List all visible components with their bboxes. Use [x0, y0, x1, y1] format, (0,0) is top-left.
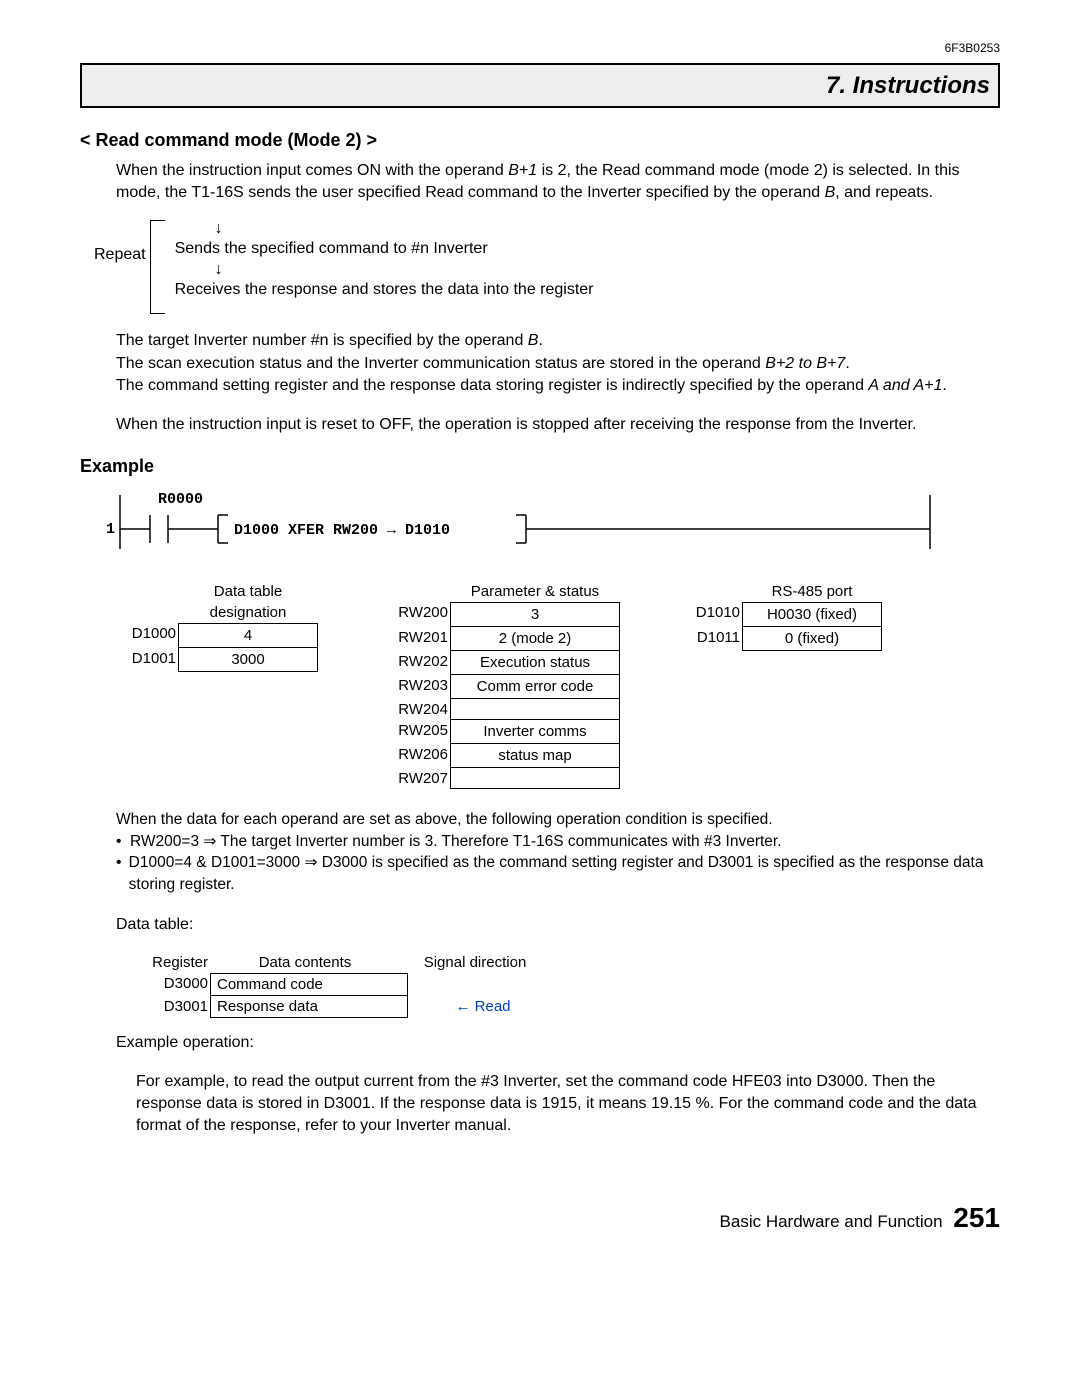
operand-b: B [528, 332, 539, 349]
chapter-header-bar: 7. Instructions [80, 63, 1000, 109]
reg-label: RW206 [378, 744, 450, 768]
reg-label: RW203 [378, 675, 450, 699]
ladder-diagram: R0000 1 D1000 XFER RW200 → D1010 [106, 489, 1000, 553]
repeat-step-1: Sends the specified command to #n Invert… [175, 238, 594, 260]
text: . [845, 355, 849, 372]
example-operation-heading: Example operation: [116, 1032, 1000, 1054]
text: When the instruction input comes ON with… [116, 162, 508, 179]
reg-value: H0030 (fixed) [742, 602, 882, 627]
reg-value: 3000 [178, 648, 318, 672]
repeat-steps: ↓ Sends the specified command to #n Inve… [165, 220, 594, 301]
rs485-port-table: RS-485 port D1010H0030 (fixed) D10110 (f… [680, 581, 882, 789]
reg-label: RW204 [378, 699, 450, 720]
reg-label: D1010 [680, 602, 742, 627]
bullet-icon: • [116, 831, 130, 853]
dt-reg: D3001 [128, 996, 210, 1018]
condition-intro: When the data for each operand are set a… [116, 809, 1000, 831]
example-operation-text: For example, to read the output current … [136, 1071, 1000, 1138]
reg-label: D1001 [116, 648, 178, 672]
text: . [538, 332, 542, 349]
text: The command setting register and the res… [116, 377, 868, 394]
repeat-label: Repeat [94, 220, 150, 266]
dt-reg: D3000 [128, 973, 210, 996]
operand-b: B [825, 184, 836, 201]
dt-direction [408, 973, 558, 996]
example-heading: Example [80, 454, 1000, 479]
reg-value: status map [450, 744, 620, 768]
dt-head-direction: Signal direction [400, 952, 550, 973]
document-code: 6F3B0253 [80, 40, 1000, 57]
page-footer: Basic Hardware and Function 251 [80, 1198, 1000, 1237]
reg-label: D1000 [116, 623, 178, 648]
dt-contents: Response data [210, 996, 408, 1018]
data-table: Register Data contents Signal direction … [128, 952, 1000, 1018]
table3-title: RS-485 port [742, 581, 882, 602]
condition-bullets: When the data for each operand are set a… [116, 809, 1000, 896]
dt-contents: Command code [210, 973, 408, 996]
reg-value: 2 (mode 2) [450, 627, 620, 651]
ladder-instruction-text: D1000 XFER RW200 → D1010 [234, 522, 450, 539]
paragraph-5: When the instruction input is reset to O… [116, 414, 1000, 436]
reg-label: D1011 [680, 627, 742, 651]
paragraph-2: The target Inverter number #n is specifi… [116, 330, 1000, 397]
reg-value [450, 768, 620, 789]
reg-label: RW200 [378, 602, 450, 627]
reg-value: Inverter comms [450, 720, 620, 744]
down-arrow-icon: ↓ [175, 261, 594, 279]
dt-direction-read: ← Read [408, 996, 558, 1018]
table2-title: Parameter & status [450, 581, 620, 602]
reg-value: Comm error code [450, 675, 620, 699]
reg-value: 0 (fixed) [742, 627, 882, 651]
ladder-relay-label: R0000 [158, 491, 203, 508]
text: . [942, 377, 946, 394]
operand-range: B+2 to B+7 [765, 355, 845, 372]
parameter-status-table: Parameter & status RW2003 RW2012 (mode 2… [378, 581, 620, 789]
text: , and repeats. [835, 184, 933, 201]
paragraph-1: When the instruction input comes ON with… [116, 160, 1000, 205]
operand-a: A and A+1 [868, 377, 942, 394]
reg-value: 4 [178, 623, 318, 648]
reg-value: 3 [450, 602, 620, 627]
repeat-step-2: Receives the response and stores the dat… [175, 279, 594, 301]
bullet-2: D1000=4 & D1001=3000 ⇒ D3000 is specifie… [129, 852, 1000, 895]
operand-b1: B+1 [508, 162, 537, 179]
dt-head-contents: Data contents [210, 952, 400, 973]
data-table-heading: Data table: [116, 914, 1000, 936]
ladder-rung-number: 1 [106, 521, 115, 538]
page-number: 251 [953, 1202, 1000, 1233]
down-arrow-icon: ↓ [175, 220, 594, 238]
dt-head-register: Register [128, 952, 210, 973]
table1-title: Data table designation [178, 581, 318, 623]
section-title: < Read command mode (Mode 2) > [80, 128, 1000, 153]
repeat-diagram: Repeat ↓ Sends the specified command to … [94, 220, 1000, 314]
bullet-1: RW200=3 ⇒ The target Inverter number is … [130, 831, 782, 853]
chapter-title: 7. Instructions [90, 69, 990, 103]
reg-value [450, 699, 620, 720]
reg-label: RW201 [378, 627, 450, 651]
reg-label: RW207 [378, 768, 450, 789]
bullet-icon: • [116, 852, 129, 874]
reg-label: RW205 [378, 720, 450, 744]
repeat-bracket [150, 220, 165, 314]
text: The scan execution status and the Invert… [116, 355, 765, 372]
data-table-designation: Data table designation D10004 D10013000 [116, 581, 318, 789]
reg-value: Execution status [450, 651, 620, 675]
register-tables-row: Data table designation D10004 D10013000 … [116, 581, 1000, 789]
ladder-svg: R0000 1 D1000 XFER RW200 → D1010 [106, 489, 946, 553]
reg-label: RW202 [378, 651, 450, 675]
text: The target Inverter number #n is specifi… [116, 332, 528, 349]
footer-text: Basic Hardware and Function [720, 1212, 943, 1231]
